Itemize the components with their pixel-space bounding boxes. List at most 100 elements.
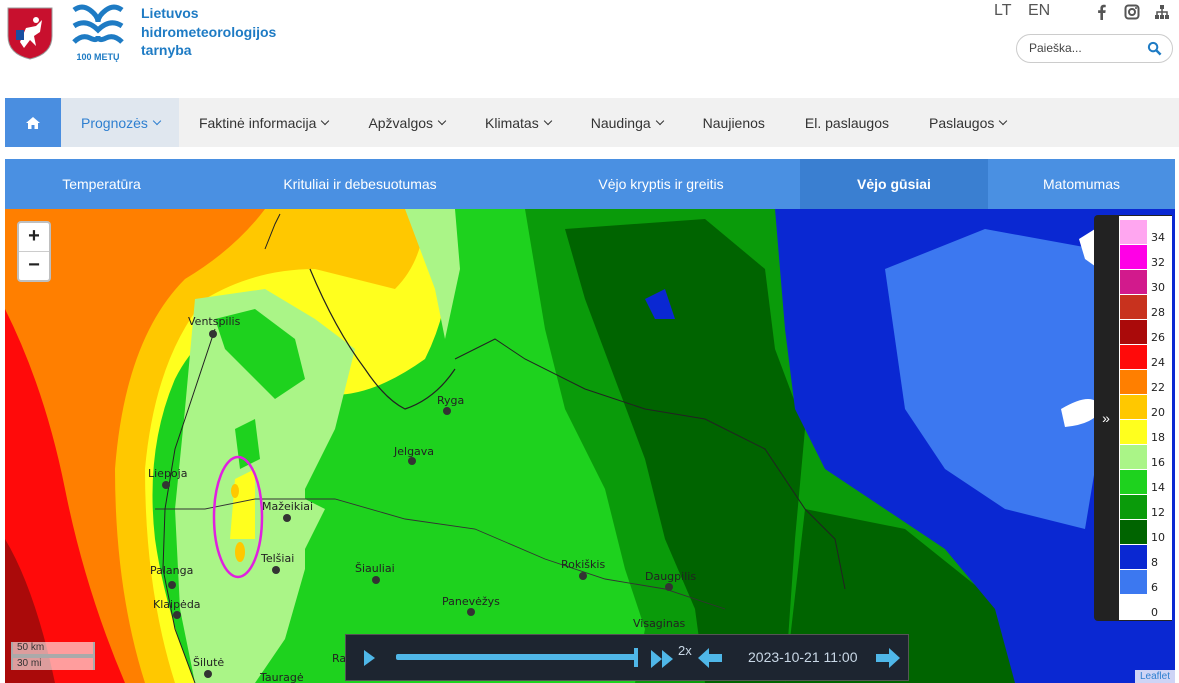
nav-item-label: Paslaugos bbox=[928, 114, 995, 131]
forecast-tabs: Temperatūra Krituliai ir debesuotumas Vė… bbox=[5, 159, 1175, 209]
legend-swatch bbox=[1120, 270, 1147, 294]
leaflet-attribution-link[interactable]: Leaflet bbox=[1134, 670, 1175, 683]
city-marker[interactable] bbox=[408, 457, 416, 465]
legend-scale: 34 32 30 28 26 24 22 20 18 16 14 12 10 8 6 0 bbox=[1119, 216, 1172, 620]
main-navigation: Prognozės Faktinė informacija Apžvalgos … bbox=[5, 98, 1179, 147]
city-label: Visaginas bbox=[633, 617, 686, 630]
legend-label: 34 bbox=[1151, 231, 1165, 244]
city-label: Šiauliai bbox=[355, 562, 395, 575]
city-label: Šilutė bbox=[193, 656, 225, 669]
lang-lt-link[interactable]: LT bbox=[994, 2, 1011, 19]
city-label: Daugpilis bbox=[645, 570, 697, 583]
map-scale-bar: 50 km 30 mi bbox=[11, 642, 95, 670]
city-marker[interactable] bbox=[467, 608, 475, 616]
city-label: Mažeikiai bbox=[262, 500, 314, 513]
chevron-down-icon bbox=[999, 116, 1008, 125]
legend-swatch bbox=[1120, 545, 1147, 569]
city-label: Telšiai bbox=[261, 552, 295, 565]
legend-swatch bbox=[1120, 520, 1147, 544]
time-slider[interactable] bbox=[396, 654, 638, 660]
org-name[interactable]: Lietuvos hidrometeorologijos tarnyba bbox=[141, 4, 276, 60]
nav-item-klimatas[interactable]: Klimatas bbox=[465, 98, 571, 147]
legend-label: 14 bbox=[1151, 481, 1165, 494]
tab-vejo-kryptis[interactable]: Vėjo kryptis ir greitis bbox=[522, 159, 800, 209]
instagram-icon[interactable] bbox=[1124, 4, 1140, 20]
home-button[interactable] bbox=[5, 98, 61, 147]
nav-item-faktine-informacija[interactable]: Faktinė informacija bbox=[179, 98, 349, 147]
legend-label: 32 bbox=[1151, 256, 1165, 269]
city-label: Klaipėda bbox=[153, 598, 201, 611]
nav-item-naudinga[interactable]: Naudinga bbox=[571, 98, 683, 147]
forecast-datetime: 2023-10-21 11:00 bbox=[748, 649, 858, 665]
city-marker[interactable] bbox=[204, 670, 212, 678]
lithuania-coat-of-arms-icon[interactable] bbox=[6, 6, 54, 60]
city-marker[interactable] bbox=[372, 576, 380, 584]
city-marker[interactable] bbox=[209, 330, 217, 338]
city-marker[interactable] bbox=[443, 407, 451, 415]
zoom-control: + − bbox=[17, 221, 51, 282]
tab-krituliai[interactable]: Krituliai ir debesuotumas bbox=[198, 159, 522, 209]
lang-en-link[interactable]: EN bbox=[1028, 2, 1050, 19]
arrow-left-icon[interactable] bbox=[698, 648, 722, 668]
legend-swatch bbox=[1120, 395, 1147, 419]
city-marker[interactable] bbox=[173, 611, 181, 619]
legend-label: 6 bbox=[1151, 581, 1158, 594]
legend-toggle-button[interactable]: » bbox=[1094, 215, 1118, 621]
legend-label: 0 bbox=[1151, 606, 1158, 619]
legend-label: 30 bbox=[1151, 281, 1165, 294]
legend-swatch bbox=[1120, 245, 1147, 269]
legend-label: 8 bbox=[1151, 556, 1158, 569]
nav-item-label: Naudinga bbox=[590, 114, 651, 131]
city-marker[interactable] bbox=[162, 481, 170, 489]
tab-label: Temperatūra bbox=[62, 176, 141, 192]
wind-gust-map[interactable]: + − Ventspilis Ryga Jelgava Liepoja Maže… bbox=[5, 209, 1175, 683]
search-icon[interactable] bbox=[1147, 41, 1162, 56]
nav-item-prognozes[interactable]: Prognozės bbox=[61, 98, 179, 147]
scale-km: 50 km bbox=[11, 642, 95, 656]
language-switcher: LT EN bbox=[994, 2, 1062, 20]
fast-forward-icon[interactable] bbox=[651, 650, 673, 668]
city-label: Liepoja bbox=[148, 467, 188, 480]
lhmt-logo-icon[interactable]: 100 METŲ bbox=[72, 4, 124, 62]
legend-swatch bbox=[1120, 445, 1147, 469]
nav-item-el-paslaugos[interactable]: El. paslaugos bbox=[785, 98, 909, 147]
sitemap-icon[interactable] bbox=[1154, 4, 1170, 20]
legend-label: 22 bbox=[1151, 381, 1165, 394]
chevron-down-icon bbox=[543, 116, 552, 125]
social-links bbox=[1094, 4, 1170, 20]
speed-button[interactable]: 2x bbox=[678, 643, 692, 658]
nav-item-apzvalgos[interactable]: Apžvalgos bbox=[348, 98, 465, 147]
city-label: Palanga bbox=[150, 564, 194, 577]
logo-text: 100 METŲ bbox=[76, 52, 119, 62]
city-label: Tauragė bbox=[260, 671, 304, 683]
tab-label: Krituliai ir debesuotumas bbox=[283, 176, 437, 192]
facebook-icon[interactable] bbox=[1094, 4, 1110, 20]
tab-vejo-gusiai[interactable]: Vėjo gūsiai bbox=[800, 159, 988, 209]
city-marker[interactable] bbox=[665, 583, 673, 591]
city-marker[interactable] bbox=[579, 572, 587, 580]
city-marker[interactable] bbox=[168, 581, 176, 589]
legend-label: 16 bbox=[1151, 456, 1165, 469]
nav-item-label: Prognozės bbox=[81, 114, 148, 131]
zoom-in-button[interactable]: + bbox=[19, 223, 49, 251]
nav-item-paslaugos[interactable]: Paslaugos bbox=[909, 98, 1026, 147]
play-button[interactable] bbox=[364, 650, 375, 666]
search-input[interactable] bbox=[1027, 40, 1141, 56]
arrow-right-icon[interactable] bbox=[876, 648, 900, 668]
time-slider-handle[interactable] bbox=[634, 648, 638, 667]
city-marker[interactable] bbox=[272, 566, 280, 574]
chevron-down-icon bbox=[321, 116, 330, 125]
legend-label: 28 bbox=[1151, 306, 1165, 319]
tab-matomumas[interactable]: Matomumas bbox=[988, 159, 1175, 209]
legend-swatch bbox=[1120, 595, 1147, 619]
chevron-down-icon bbox=[655, 116, 664, 125]
city-marker[interactable] bbox=[283, 514, 291, 522]
tab-temperatura[interactable]: Temperatūra bbox=[5, 159, 198, 209]
zoom-out-button[interactable]: − bbox=[19, 251, 49, 280]
nav-item-naujienos[interactable]: Naujienos bbox=[683, 98, 785, 147]
tab-label: Vėjo kryptis ir greitis bbox=[598, 176, 724, 192]
tab-label: Matomumas bbox=[1042, 176, 1121, 192]
map-raster-layer bbox=[5, 209, 1175, 683]
nav-item-label: Faktinė informacija bbox=[198, 114, 317, 131]
home-icon bbox=[26, 116, 40, 129]
